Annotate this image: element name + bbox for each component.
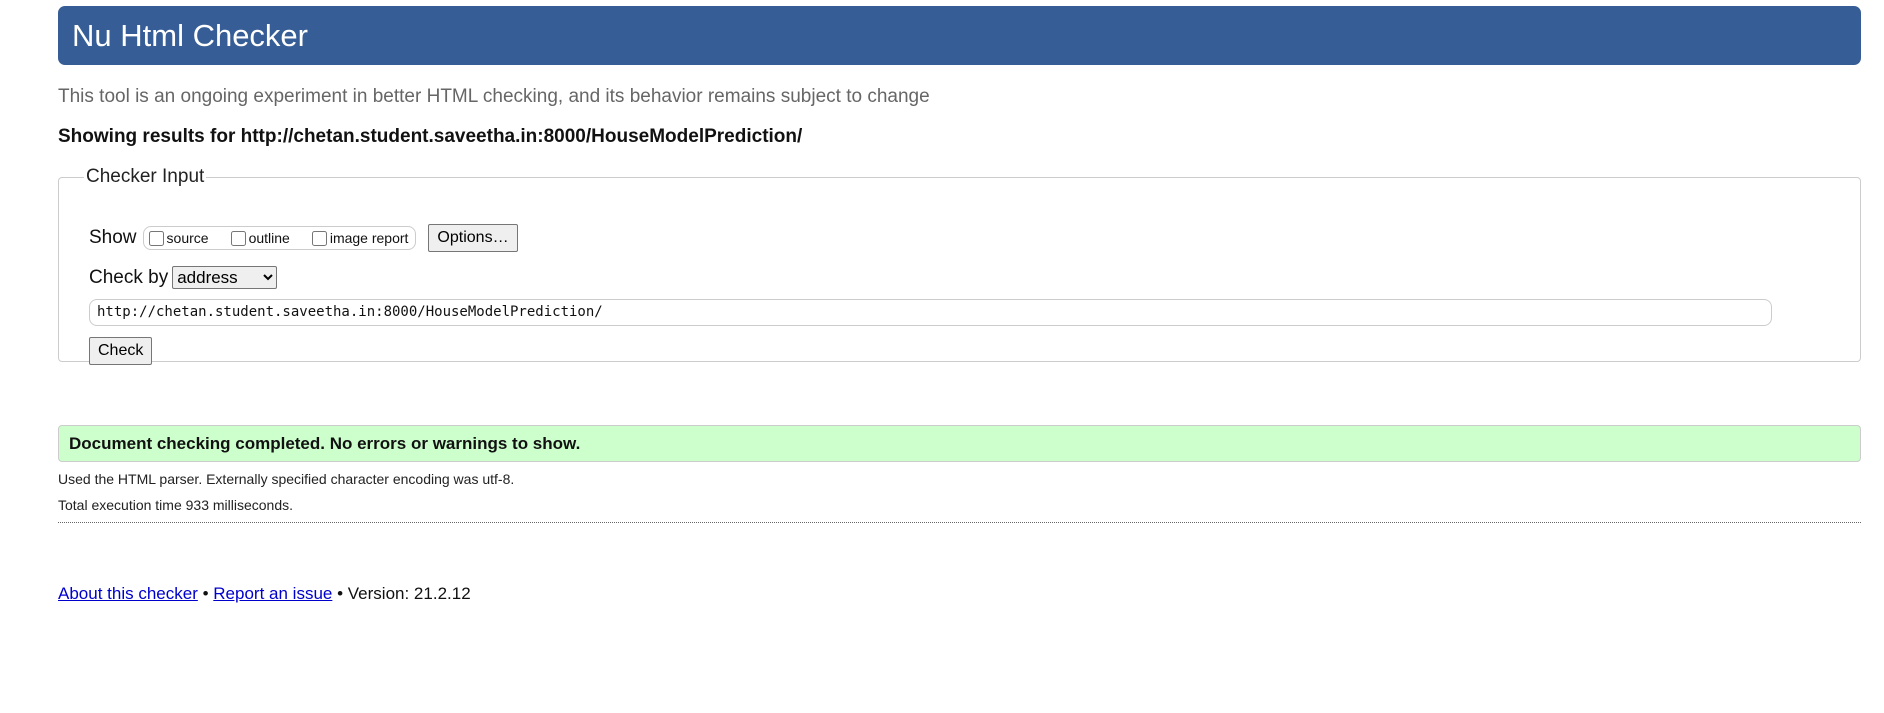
source-checkbox[interactable] — [148, 230, 164, 246]
success-message: Document checking completed. No errors o… — [58, 425, 1861, 462]
check-by-label: Check by — [89, 266, 169, 288]
check-by-select[interactable]: address — [172, 266, 278, 289]
show-label: Show — [89, 227, 137, 248]
footer: About this checker • Report an issue • V… — [58, 584, 471, 604]
image-report-checkbox[interactable] — [311, 230, 327, 246]
check-by-row: Check by address — [89, 266, 278, 289]
footer-separator: • — [202, 584, 209, 603]
footer-separator: • — [337, 584, 344, 603]
outline-label: outline — [248, 230, 290, 246]
about-link[interactable]: About this checker — [58, 584, 198, 603]
check-button[interactable]: Check — [89, 337, 153, 365]
image-report-label: image report — [329, 230, 409, 246]
outline-checkbox[interactable] — [230, 230, 246, 246]
checker-input-legend: Checker Input — [86, 166, 205, 187]
checker-input-fieldset: Checker Input Show source outline image … — [58, 166, 1861, 365]
report-issue-link[interactable]: Report an issue — [213, 584, 332, 603]
outline-option[interactable]: outline — [230, 230, 290, 246]
subtitle: This tool is an ongoing experiment in be… — [58, 86, 930, 107]
parser-info: Used the HTML parser. Externally specifi… — [58, 471, 515, 487]
version-text: Version: 21.2.12 — [347, 584, 471, 603]
divider — [58, 522, 1861, 523]
page-title: Nu Html Checker — [58, 6, 1861, 65]
showing-results-heading: Showing results for http://chetan.studen… — [58, 126, 803, 147]
source-option[interactable]: source — [148, 230, 209, 246]
options-button[interactable]: Options… — [428, 224, 518, 252]
show-row: Show source outline image report Options… — [89, 224, 518, 252]
url-input[interactable]: http://chetan.student.saveetha.in:8000/H… — [89, 299, 1772, 326]
show-options-group: source outline image report — [142, 226, 417, 250]
image-report-option[interactable]: image report — [311, 230, 409, 246]
source-label: source — [166, 230, 209, 246]
execution-time: Total execution time 933 milliseconds. — [58, 497, 294, 513]
